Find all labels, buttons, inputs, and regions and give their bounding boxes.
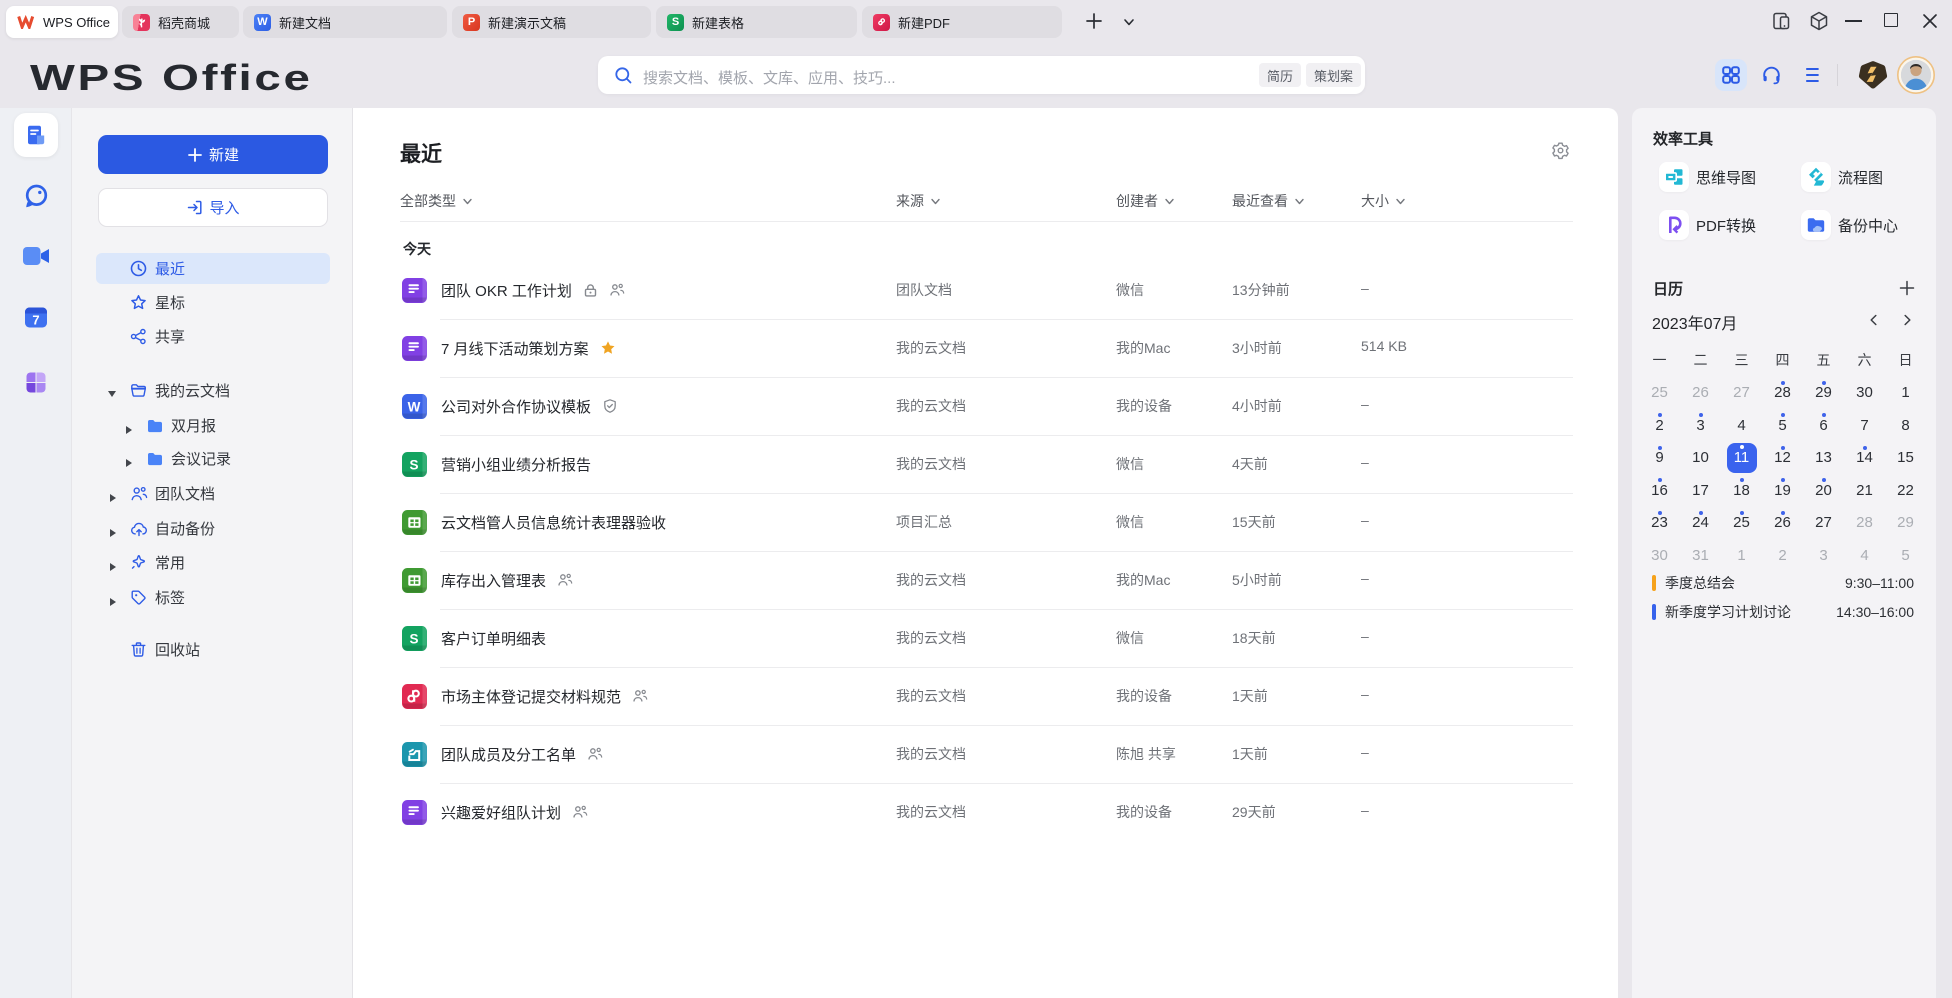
svg-text:S: S	[409, 457, 418, 472]
svg-text:S: S	[409, 631, 418, 646]
svg-text:7: 7	[32, 313, 39, 328]
svg-text:W: W	[408, 399, 421, 414]
